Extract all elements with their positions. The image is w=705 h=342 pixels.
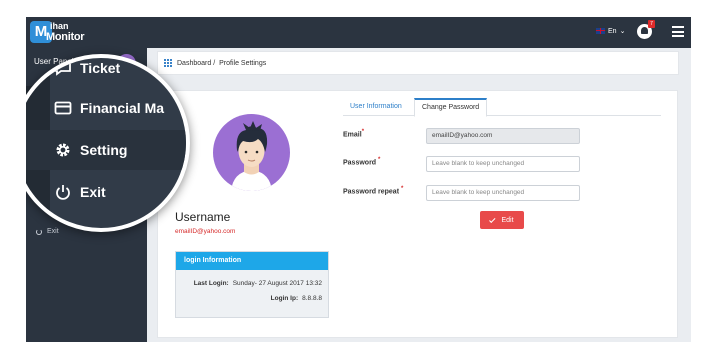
magnifier-item-label: Setting [80,142,128,158]
gear-icon [56,143,70,157]
edit-button-label: Edit [501,216,514,224]
password-field[interactable]: Leave blank to keep unchanged [426,156,580,172]
email-field[interactable]: emailID@yahoo.com [426,128,580,144]
top-bar: M ihan Monitor En ⌄ 7 [26,17,691,48]
main-content: Dashboard / Profile Settings Username em… [157,48,691,342]
login-ip-value: 8.8.8.8 [302,295,322,302]
logo[interactable]: M ihan Monitor [30,20,86,46]
chat-icon [55,62,71,76]
sidebar-item-exit[interactable]: Exit [36,228,59,235]
password-label: Password * [343,157,381,167]
uk-flag-icon [596,28,605,34]
breadcrumb: Dashboard / Profile Settings [157,51,679,75]
last-login-value: Sunday- 27 August 2017 13:32 [232,280,322,287]
profile-tabs: User Information Change Password [343,98,661,117]
magnifier-item-label: Financial Ma [80,100,165,116]
profile-avatar [213,114,290,191]
login-ip: Login Ip: 8.8.8.8 [271,295,322,302]
sidebar-item-label: Exit [47,228,59,235]
login-ip-label: Login Ip: [270,295,299,302]
last-login-label: Last Login: [193,280,229,287]
chevron-down-icon: ⌄ [619,28,626,35]
power-icon [56,185,70,200]
magnifier-item-ticket[interactable]: Ticket [26,58,186,88]
login-info-panel: login Information Last Login: Sunday- 27 … [175,251,329,318]
card-icon [54,101,72,115]
magnifier-item-setting[interactable]: Setting [26,130,186,170]
tab-user-information[interactable]: User Information [343,98,409,116]
magnifier-item-exit[interactable]: Exit [26,172,186,212]
magnifier-item-label: Ticket [80,60,121,76]
profile-card: Username emailID@yahoo.com login Informa… [157,90,678,338]
password-repeat-field[interactable]: Leave blank to keep unchanged [426,185,580,201]
tab-change-password[interactable]: Change Password [414,98,488,117]
language-selector[interactable]: En ⌄ [596,27,625,35]
app-window: M ihan Monitor En ⌄ 7 User Panel Exit Da… [26,17,691,342]
user-email: emailID@yahoo.com [175,228,236,235]
hamburger-menu-icon[interactable] [672,26,684,37]
edit-button[interactable]: Edit [480,211,524,229]
magnifier-callout: Ticket Financial Ma Setting Exit [26,54,190,232]
notification-badge: 7 [648,20,655,28]
username: Username [175,210,231,224]
email-label: Email* [343,129,365,139]
breadcrumb-current: Profile Settings [219,59,267,67]
password-repeat-label: Password repeat * [343,186,404,196]
power-icon [36,228,42,235]
language-label: En [608,27,617,35]
magnifier-item-financial[interactable]: Financial Ma [26,88,186,128]
logo-text-bottom: Monitor [46,31,85,43]
last-login: Last Login: Sunday- 27 August 2017 13:32 [194,280,322,287]
logo-text-top: ihan [50,21,69,31]
login-info-title: login Information [176,252,328,270]
check-icon [489,216,496,223]
magnifier-item-label: Exit [80,184,106,200]
